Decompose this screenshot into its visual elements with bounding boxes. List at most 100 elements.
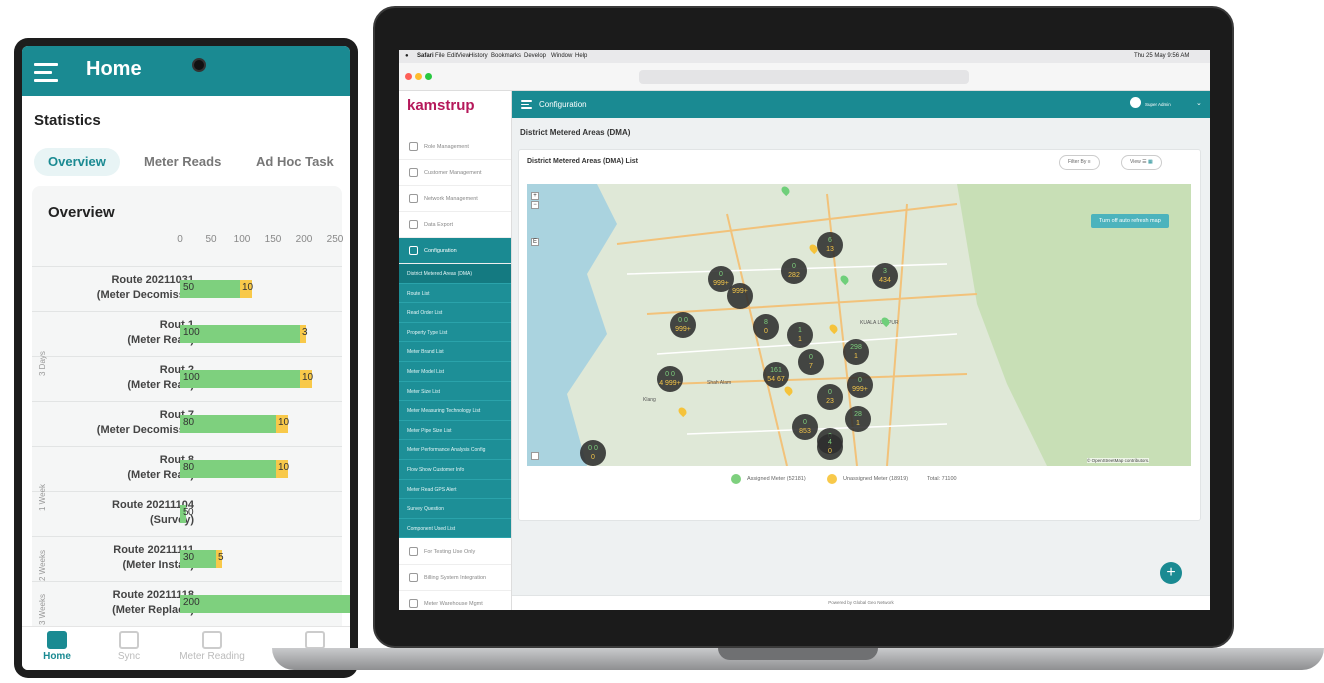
zoom-out-button[interactable]: − [531, 201, 539, 209]
sidebar-subitem-label: Meter Brand List [407, 349, 444, 356]
nav-home[interactable]: Home [22, 631, 92, 662]
meter-cluster[interactable]: 6 13 [817, 232, 843, 258]
menubar-item[interactable]: Window [551, 53, 572, 59]
menu-icon[interactable] [521, 100, 532, 114]
meter-cluster[interactable]: 0 999+ [847, 372, 873, 398]
sidebar-subitem[interactable]: Survey Question [399, 499, 511, 519]
menubar-item[interactable]: Edit [447, 53, 457, 59]
menubar-item[interactable]: File [435, 53, 445, 59]
sidebar-subitem[interactable]: Meter Pipe Size List [399, 420, 511, 441]
meter-cluster[interactable]: 298 1 [843, 339, 869, 365]
bar-row: Route 20211111 (Meter Install) 30 5 [32, 536, 342, 581]
laptop-screen: ● Safari File Edit View History Bookmarks Deve… [399, 50, 1210, 610]
sidebar-item-customer-management[interactable]: Customer Management [399, 160, 511, 186]
sidebar-subitem[interactable]: Property Type List [399, 322, 511, 343]
address-bar[interactable] [639, 70, 969, 84]
meter-cluster[interactable]: 0 0 4 999+ [657, 366, 683, 392]
sidebar-subitem[interactable]: Meter Measuring Technology List [399, 401, 511, 421]
nav-sync[interactable]: Sync [94, 631, 164, 662]
bar-row: Rout 7 (Meter Decomiss... 80 10 [32, 401, 342, 446]
maximize-window-icon[interactable] [425, 73, 432, 80]
layer-icon[interactable]: E [531, 238, 539, 246]
sidebar-subitem-label: Meter Read GPS Alert [407, 486, 457, 493]
sidebar-subitem[interactable]: Read Order List [399, 303, 511, 323]
meter-cluster[interactable]: 07 [798, 349, 824, 375]
sidebar-subitem[interactable]: Route List [399, 283, 511, 304]
completed-bar[interactable] [180, 415, 276, 433]
sidebar-item-configuration[interactable]: Configuration [399, 238, 511, 264]
sidebar-subitem-label: Meter Performance Analysis Config [407, 447, 486, 454]
meter-cluster[interactable]: 28 1 [845, 406, 871, 432]
unassigned-legend-label: Unassigned Meter (18919) [843, 476, 909, 482]
meter-cluster[interactable]: 40 [817, 434, 843, 460]
meter-cluster[interactable]: 3 434 [872, 263, 898, 289]
sidebar-subitem[interactable]: Flow Show Customer Info [399, 460, 511, 480]
sidebar-subitem[interactable]: Meter Brand List [399, 342, 511, 362]
menubar-item[interactable]: Develop [524, 53, 546, 59]
mac-menubar: ● Safari File Edit View History Bookmarks Deve… [399, 50, 1210, 63]
completed-bar[interactable] [180, 460, 276, 478]
sidebar-item-billing[interactable]: Billing System Integration [399, 565, 511, 591]
cluster-assigned-count: 0 0 [678, 317, 688, 324]
meter-cluster[interactable]: 80 [753, 314, 779, 340]
meter-cluster[interactable]: 161 54 67 [763, 362, 789, 388]
sidebar-item-network-management[interactable]: Network Management [399, 186, 511, 212]
filter-button[interactable]: Filter By ≡ [1059, 155, 1100, 170]
fullscreen-icon[interactable] [531, 452, 539, 460]
meter-cluster[interactable]: 999+ [727, 283, 753, 309]
nav-meter-reading[interactable]: Meter Reading [177, 631, 247, 662]
tab-overview[interactable]: Overview [34, 148, 120, 176]
sidebar-subitem[interactable]: Component Used List [399, 518, 511, 539]
sidebar-item-testing[interactable]: For Testing Use Only [399, 539, 511, 565]
meter-cluster[interactable]: 0 23 [817, 384, 843, 410]
network-icon [409, 194, 418, 203]
cluster-assigned-count: 0 0 [588, 445, 598, 452]
user-name[interactable]: Super Admin [1145, 102, 1171, 107]
axis-tick-label: 50 [205, 234, 217, 245]
menubar-item[interactable]: Bookmarks [491, 53, 521, 59]
menubar-item[interactable]: History [469, 53, 488, 59]
tab-ad-hoc-task[interactable]: Ad Hoc Task [256, 148, 334, 176]
meter-cluster[interactable]: 0 00 [580, 440, 606, 466]
menubar-item[interactable]: Help [575, 53, 587, 59]
pending-value: 10 [278, 462, 290, 473]
tab-meter-reads[interactable]: Meter Reads [144, 148, 221, 176]
meter-cluster[interactable]: 0 282 [781, 258, 807, 284]
period-group-label: 3 Weeks [38, 594, 47, 625]
sidebar-subitem[interactable]: District Metered Areas (DMA) [399, 264, 511, 284]
home-icon [47, 631, 67, 649]
sidebar-item-warehouse[interactable]: Meter Warehouse Mgmt [399, 591, 511, 610]
menubar-item[interactable]: View [457, 53, 470, 59]
sidebar-subitem[interactable]: Meter Size List [399, 381, 511, 402]
view-button[interactable]: View ☰ ▦ [1121, 155, 1162, 170]
completed-value: 80 [183, 462, 195, 473]
sidebar-item-data-export[interactable]: Data Export [399, 212, 511, 238]
meter-cluster[interactable]: 11 [787, 322, 813, 348]
test-icon [409, 547, 418, 556]
sidebar-item-label: Role Management [424, 144, 469, 150]
completed-bar[interactable] [180, 595, 350, 613]
menu-icon[interactable] [34, 63, 58, 87]
bar-row: Rout 1 (Meter Read) 100 3 [32, 311, 342, 356]
sidebar-subitem[interactable]: Meter Model List [399, 362, 511, 382]
zoom-in-button[interactable]: + [531, 192, 539, 200]
auto-refresh-toggle[interactable]: Turn off auto refresh map [1091, 214, 1169, 228]
minimize-window-icon[interactable] [415, 73, 422, 80]
user-avatar-icon[interactable] [1130, 97, 1141, 108]
dma-map[interactable]: + − E Turn off auto refresh map KUALA LU… [527, 184, 1191, 466]
pending-value: 10 [302, 372, 314, 383]
footer: Powered by Global Geo Network [512, 595, 1210, 610]
close-window-icon[interactable] [405, 73, 412, 80]
add-button[interactable]: + [1160, 562, 1182, 584]
sidebar-subitem[interactable]: Meter Read GPS Alert [399, 479, 511, 500]
cluster-unassigned-count: 7 [809, 363, 813, 370]
meter-cluster[interactable]: 0 853 [792, 414, 818, 440]
sidebar-item-role-management[interactable]: Role Management [399, 134, 511, 160]
chevron-down-icon[interactable]: ⌄ [1196, 99, 1202, 107]
apple-icon[interactable]: ● [405, 53, 409, 59]
pending-value: 10 [278, 417, 290, 428]
meter-cluster[interactable]: 0 0 999+ [670, 312, 696, 338]
menubar-item[interactable]: Safari [417, 53, 434, 59]
sidebar-subitem[interactable]: Meter Performance Analysis Config [399, 440, 511, 460]
cluster-assigned-count: 0 0 [665, 371, 675, 378]
